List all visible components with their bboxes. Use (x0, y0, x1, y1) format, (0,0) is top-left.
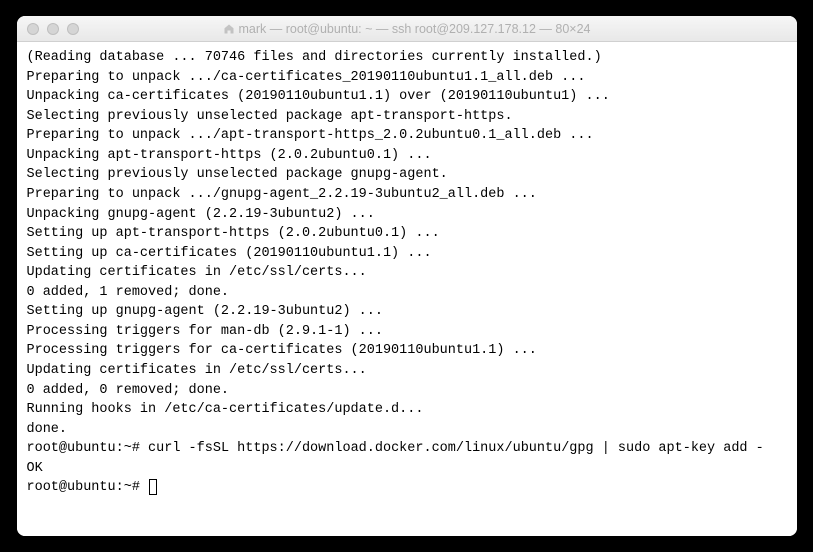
output-line: (Reading database ... 70746 files and di… (27, 48, 787, 68)
window-title: mark — root@ubuntu: ~ — ssh root@209.127… (17, 22, 797, 36)
prompt-line: root@ubuntu:~# curl -fsSL https://downlo… (27, 439, 787, 459)
output-line: OK (27, 459, 787, 479)
output-line: Preparing to unpack .../gnupg-agent_2.2.… (27, 185, 787, 205)
window-title-text: mark — root@ubuntu: ~ — ssh root@209.127… (239, 22, 591, 36)
output-line: Setting up ca-certificates (20190110ubun… (27, 244, 787, 264)
output-line: 0 added, 0 removed; done. (27, 381, 787, 401)
output-line: Preparing to unpack .../apt-transport-ht… (27, 126, 787, 146)
output-line: done. (27, 420, 787, 440)
output-line: Selecting previously unselected package … (27, 165, 787, 185)
output-line: Processing triggers for ca-certificates … (27, 341, 787, 361)
home-icon (223, 23, 235, 35)
output-line: Running hooks in /etc/ca-certificates/up… (27, 400, 787, 420)
terminal-window: mark — root@ubuntu: ~ — ssh root@209.127… (17, 16, 797, 536)
output-line: Setting up gnupg-agent (2.2.19-3ubuntu2)… (27, 302, 787, 322)
output-line: Updating certificates in /etc/ssl/certs.… (27, 263, 787, 283)
output-line: Selecting previously unselected package … (27, 107, 787, 127)
titlebar[interactable]: mark — root@ubuntu: ~ — ssh root@209.127… (17, 16, 797, 42)
output-line: Unpacking gnupg-agent (2.2.19-3ubuntu2) … (27, 205, 787, 225)
output-line: 0 added, 1 removed; done. (27, 283, 787, 303)
cursor (149, 479, 157, 495)
output-line: Updating certificates in /etc/ssl/certs.… (27, 361, 787, 381)
output-line: Unpacking apt-transport-https (2.0.2ubun… (27, 146, 787, 166)
terminal-content[interactable]: (Reading database ... 70746 files and di… (17, 42, 797, 536)
output-line: Unpacking ca-certificates (20190110ubunt… (27, 87, 787, 107)
close-button[interactable] (27, 23, 39, 35)
output-line: Preparing to unpack .../ca-certificates_… (27, 68, 787, 88)
output-line: Processing triggers for man-db (2.9.1-1)… (27, 322, 787, 342)
shell-prompt: root@ubuntu:~# (27, 480, 149, 495)
output-line: Setting up apt-transport-https (2.0.2ubu… (27, 224, 787, 244)
shell-prompt: root@ubuntu:~# (27, 441, 149, 456)
minimize-button[interactable] (47, 23, 59, 35)
maximize-button[interactable] (67, 23, 79, 35)
traffic-lights (17, 23, 79, 35)
command-text: curl -fsSL https://download.docker.com/l… (148, 441, 764, 456)
prompt-line: root@ubuntu:~# (27, 478, 787, 498)
